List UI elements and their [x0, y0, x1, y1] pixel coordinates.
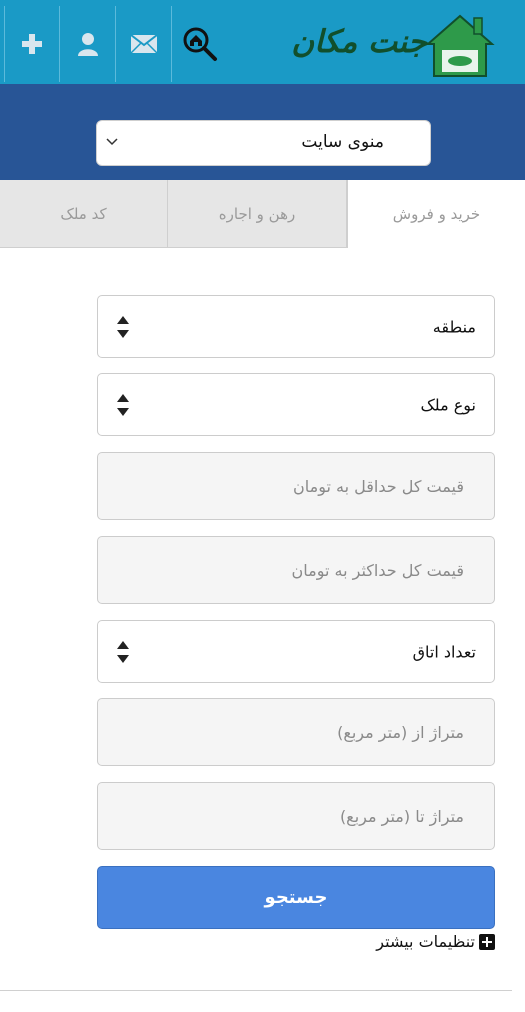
tab-property-code-label: کد ملک: [60, 204, 107, 223]
more-settings-label: تنظیمات بیشتر: [376, 932, 475, 951]
area-to-input[interactable]: [98, 783, 494, 849]
tab-rent[interactable]: رهن و اجاره: [167, 180, 347, 248]
mail-icon: [129, 34, 158, 54]
search-tabs: خرید و فروش رهن و اجاره کد ملک: [0, 180, 525, 248]
property-type-label: نوع ملک: [420, 395, 476, 414]
area-to-field[interactable]: [97, 782, 495, 850]
divider: [0, 990, 512, 991]
home-search-icon: [183, 27, 217, 61]
rooms-label: تعداد اتاق: [412, 642, 476, 661]
select-arrows-icon: [117, 393, 129, 416]
select-arrows-icon: [117, 315, 129, 338]
max-price-field[interactable]: [97, 536, 495, 604]
select-arrows-icon: [117, 640, 129, 663]
user-button[interactable]: [60, 6, 116, 82]
max-price-input[interactable]: [98, 537, 494, 603]
site-menu-select[interactable]: منوی سایت: [96, 120, 431, 166]
home-search-button[interactable]: [172, 6, 228, 82]
min-price-input[interactable]: [98, 453, 494, 519]
rooms-select[interactable]: تعداد اتاق: [97, 620, 495, 683]
mail-button[interactable]: [116, 6, 172, 82]
min-price-field[interactable]: [97, 452, 495, 520]
plus-square-icon: [479, 933, 495, 950]
chevron-down-icon: [106, 138, 118, 146]
region-label: منطقه: [432, 317, 476, 336]
area-from-field[interactable]: [97, 698, 495, 766]
site-menu-label: منوی سایت: [301, 132, 384, 152]
property-type-select[interactable]: نوع ملک: [97, 373, 495, 436]
tab-buy-sell[interactable]: خرید و فروش: [347, 180, 525, 248]
top-bar: جنت مکان: [0, 0, 525, 84]
area-from-input[interactable]: [98, 699, 494, 765]
region-select[interactable]: منطقه: [97, 295, 495, 358]
tab-rent-label: رهن و اجاره: [218, 204, 296, 223]
tab-property-code[interactable]: کد ملک: [0, 180, 167, 248]
add-button[interactable]: [4, 6, 60, 82]
logo-text: جنت مکان: [291, 24, 427, 60]
search-button[interactable]: جستجو: [97, 866, 495, 929]
more-settings-link[interactable]: تنظیمات بیشتر: [376, 932, 495, 951]
add-icon: [22, 34, 42, 54]
tab-buy-sell-label: خرید و فروش: [392, 205, 481, 223]
user-icon: [77, 33, 98, 56]
